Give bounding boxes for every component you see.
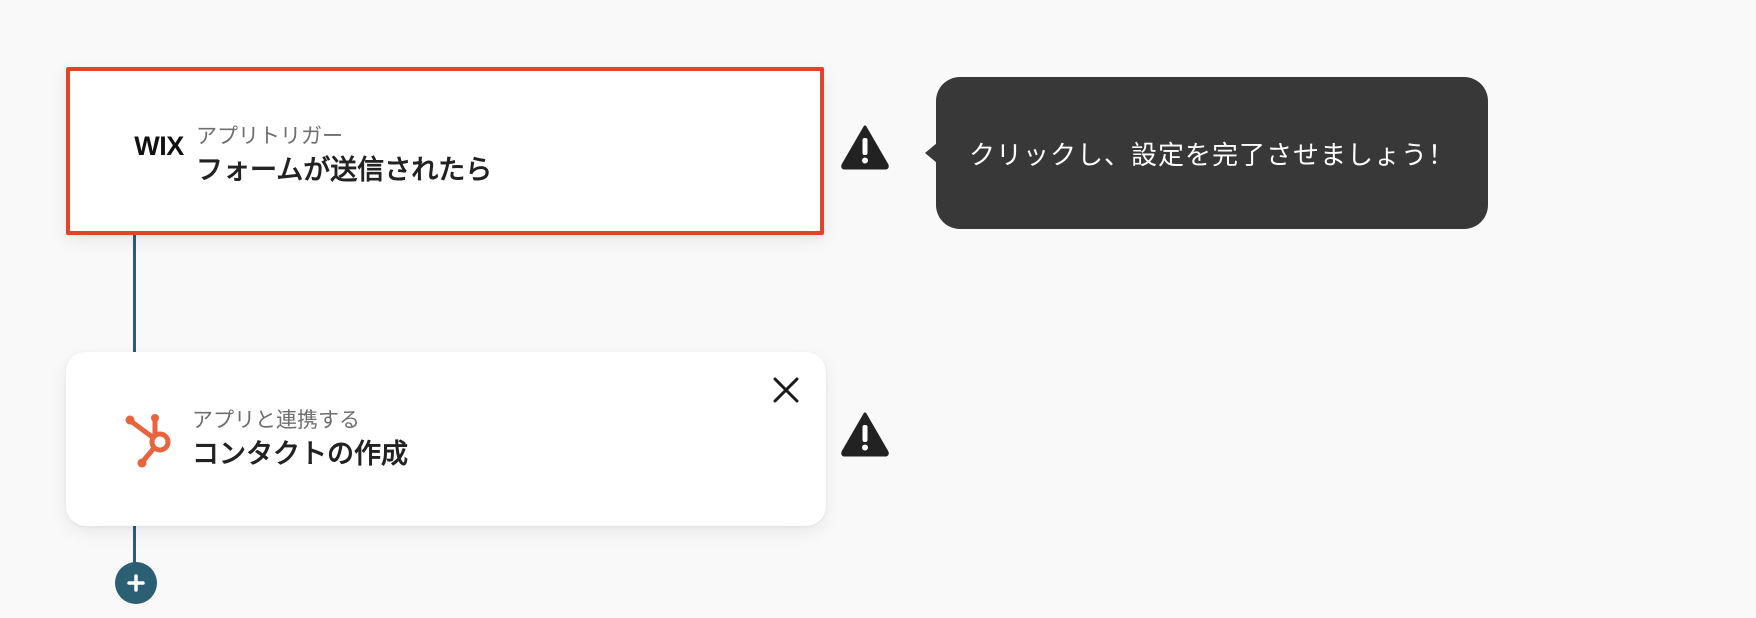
action-step-title: コンタクトの作成 <box>192 439 408 470</box>
action-step-label: アプリと連携する <box>192 408 360 432</box>
tooltip-text: クリックし、設定を完了させましょう！ <box>968 140 1455 171</box>
hubspot-icon <box>125 414 171 468</box>
action-step-card[interactable]: アプリと連携する コンタクトの作成 <box>66 352 826 526</box>
wix-logo-text: WIX <box>134 131 184 161</box>
flow-connector-top <box>133 235 136 352</box>
plus-icon <box>127 574 145 592</box>
setup-tooltip: クリックし、設定を完了させましょう！ <box>925 77 1488 229</box>
trigger-step-title: フォームが送信されたら <box>196 155 493 186</box>
trigger-step-label: アプリトリガー <box>196 124 343 148</box>
warning-icon <box>841 125 889 170</box>
warning-icon <box>841 412 889 457</box>
add-step-button[interactable] <box>115 562 157 604</box>
flow-connector-bottom <box>133 526 136 564</box>
wix-logo: WIX <box>114 131 204 162</box>
trigger-step-card[interactable]: WIX アプリトリガー フォームが送信されたら <box>66 67 824 235</box>
close-icon[interactable] <box>768 372 804 408</box>
